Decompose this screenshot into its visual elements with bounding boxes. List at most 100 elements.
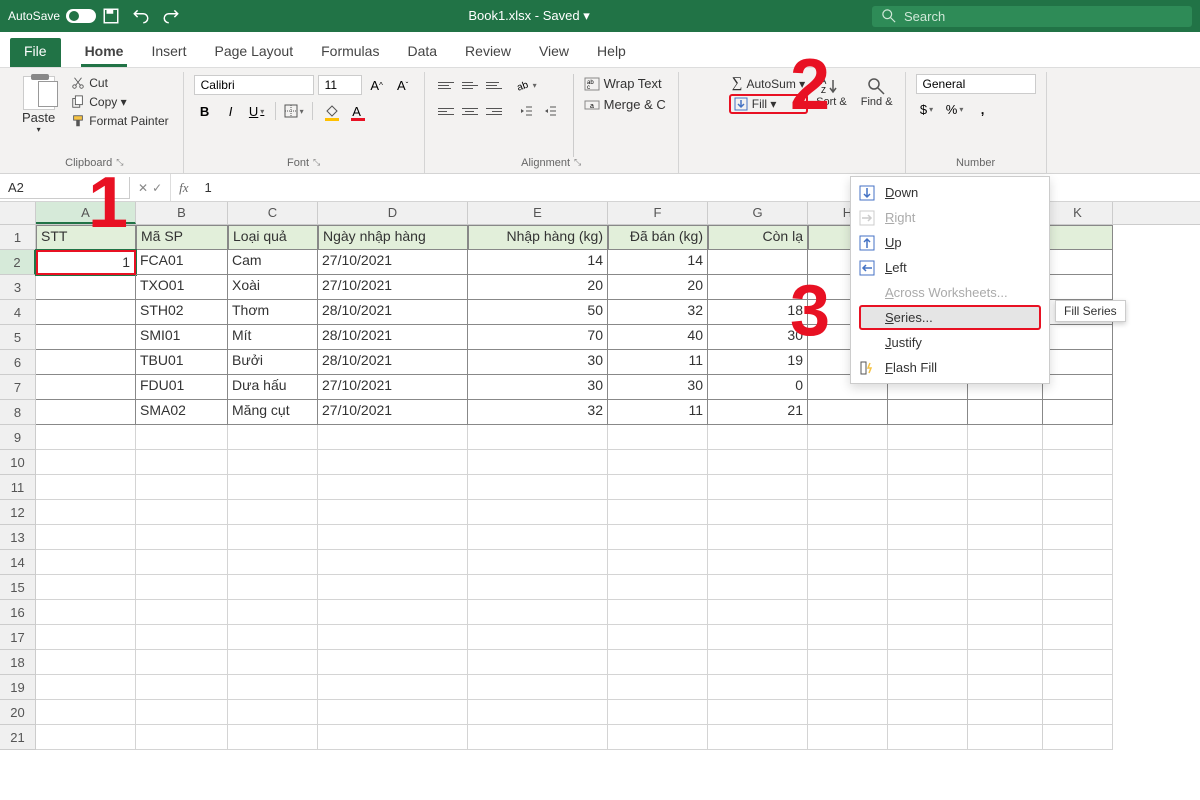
cell-J8[interactable] [968, 400, 1043, 425]
cell-B9[interactable] [136, 425, 228, 450]
cell-E2[interactable]: 14 [468, 250, 608, 275]
cell-K5[interactable] [1043, 325, 1113, 350]
row-header-2[interactable]: 2 [0, 250, 36, 275]
row-header-18[interactable]: 18 [0, 650, 36, 675]
cell-D3[interactable]: 27/10/2021 [318, 275, 468, 300]
cell-K6[interactable] [1043, 350, 1113, 375]
cell-I17[interactable] [888, 625, 968, 650]
cell-F21[interactable] [608, 725, 708, 750]
cell-E3[interactable]: 20 [468, 275, 608, 300]
cell-J14[interactable] [968, 550, 1043, 575]
align-center-button[interactable] [459, 100, 481, 122]
tab-file[interactable]: File [10, 38, 61, 67]
bold-button[interactable]: B [194, 100, 216, 122]
font-launcher-icon[interactable]: ⤡ [313, 157, 320, 169]
cell-I16[interactable] [888, 600, 968, 625]
cell-K13[interactable] [1043, 525, 1113, 550]
column-header-E[interactable]: E [468, 202, 608, 224]
cell-A6[interactable] [36, 350, 136, 375]
cell-K1[interactable] [1043, 225, 1113, 250]
align-top-button[interactable] [435, 74, 457, 96]
row-header-5[interactable]: 5 [0, 325, 36, 350]
cell-F4[interactable]: 32 [608, 300, 708, 325]
cell-K15[interactable] [1043, 575, 1113, 600]
cut-button[interactable]: Cut [67, 74, 172, 92]
row-header-6[interactable]: 6 [0, 350, 36, 375]
cell-E10[interactable] [468, 450, 608, 475]
row-header-16[interactable]: 16 [0, 600, 36, 625]
search-box[interactable]: Search [872, 6, 1192, 27]
enter-formula-icon[interactable]: ✓ [152, 181, 162, 195]
cell-H10[interactable] [808, 450, 888, 475]
cell-D10[interactable] [318, 450, 468, 475]
cell-A21[interactable] [36, 725, 136, 750]
cell-K9[interactable] [1043, 425, 1113, 450]
column-header-D[interactable]: D [318, 202, 468, 224]
fill-color-button[interactable] [320, 100, 342, 122]
cell-G13[interactable] [708, 525, 808, 550]
find-select-button[interactable]: Find & [861, 76, 893, 169]
cell-D14[interactable] [318, 550, 468, 575]
cell-A2[interactable]: 1 [36, 250, 136, 275]
cell-A19[interactable] [36, 675, 136, 700]
percent-format-button[interactable]: % [944, 98, 966, 120]
cell-G8[interactable]: 21 [708, 400, 808, 425]
cell-K8[interactable] [1043, 400, 1113, 425]
cell-G11[interactable] [708, 475, 808, 500]
row-header-12[interactable]: 12 [0, 500, 36, 525]
cell-G1[interactable]: Còn lạ [708, 225, 808, 250]
cell-A17[interactable] [36, 625, 136, 650]
cell-C5[interactable]: Mít [228, 325, 318, 350]
cell-K20[interactable] [1043, 700, 1113, 725]
cell-G19[interactable] [708, 675, 808, 700]
cell-C21[interactable] [228, 725, 318, 750]
cell-I21[interactable] [888, 725, 968, 750]
cell-F11[interactable] [608, 475, 708, 500]
cell-D7[interactable]: 27/10/2021 [318, 375, 468, 400]
autosave-toggle[interactable]: AutoSave [8, 9, 96, 23]
cell-B14[interactable] [136, 550, 228, 575]
cell-F16[interactable] [608, 600, 708, 625]
cell-F10[interactable] [608, 450, 708, 475]
decrease-font-button[interactable]: Aˇ [392, 74, 414, 96]
cell-K17[interactable] [1043, 625, 1113, 650]
cell-H20[interactable] [808, 700, 888, 725]
column-header-K[interactable]: K [1043, 202, 1113, 224]
cell-F19[interactable] [608, 675, 708, 700]
cell-D8[interactable]: 27/10/2021 [318, 400, 468, 425]
cell-A8[interactable] [36, 400, 136, 425]
cell-C6[interactable]: Bưởi [228, 350, 318, 375]
row-header-9[interactable]: 9 [0, 425, 36, 450]
cell-I8[interactable] [888, 400, 968, 425]
row-header-13[interactable]: 13 [0, 525, 36, 550]
cell-J19[interactable] [968, 675, 1043, 700]
redo-icon[interactable] [162, 7, 180, 25]
cell-D15[interactable] [318, 575, 468, 600]
cell-K10[interactable] [1043, 450, 1113, 475]
cell-B3[interactable]: TXO01 [136, 275, 228, 300]
alignment-launcher-icon[interactable]: ⤡ [574, 157, 581, 169]
cell-B1[interactable]: Mã SP [136, 225, 228, 250]
cell-B13[interactable] [136, 525, 228, 550]
cell-D21[interactable] [318, 725, 468, 750]
cell-E16[interactable] [468, 600, 608, 625]
cell-E21[interactable] [468, 725, 608, 750]
cell-A13[interactable] [36, 525, 136, 550]
cell-E20[interactable] [468, 700, 608, 725]
cell-D4[interactable]: 28/10/2021 [318, 300, 468, 325]
cell-G20[interactable] [708, 700, 808, 725]
row-header-1[interactable]: 1 [0, 225, 36, 250]
cell-B17[interactable] [136, 625, 228, 650]
cell-C4[interactable]: Thơm [228, 300, 318, 325]
orientation-button[interactable]: ab [515, 74, 537, 96]
font-color-button[interactable]: A [346, 100, 368, 122]
cell-J9[interactable] [968, 425, 1043, 450]
row-header-11[interactable]: 11 [0, 475, 36, 500]
number-format-select[interactable] [916, 74, 1036, 94]
cell-F17[interactable] [608, 625, 708, 650]
cell-I15[interactable] [888, 575, 968, 600]
cell-I10[interactable] [888, 450, 968, 475]
tab-insert[interactable]: Insert [147, 38, 190, 67]
cell-J12[interactable] [968, 500, 1043, 525]
italic-button[interactable]: I [220, 100, 242, 122]
